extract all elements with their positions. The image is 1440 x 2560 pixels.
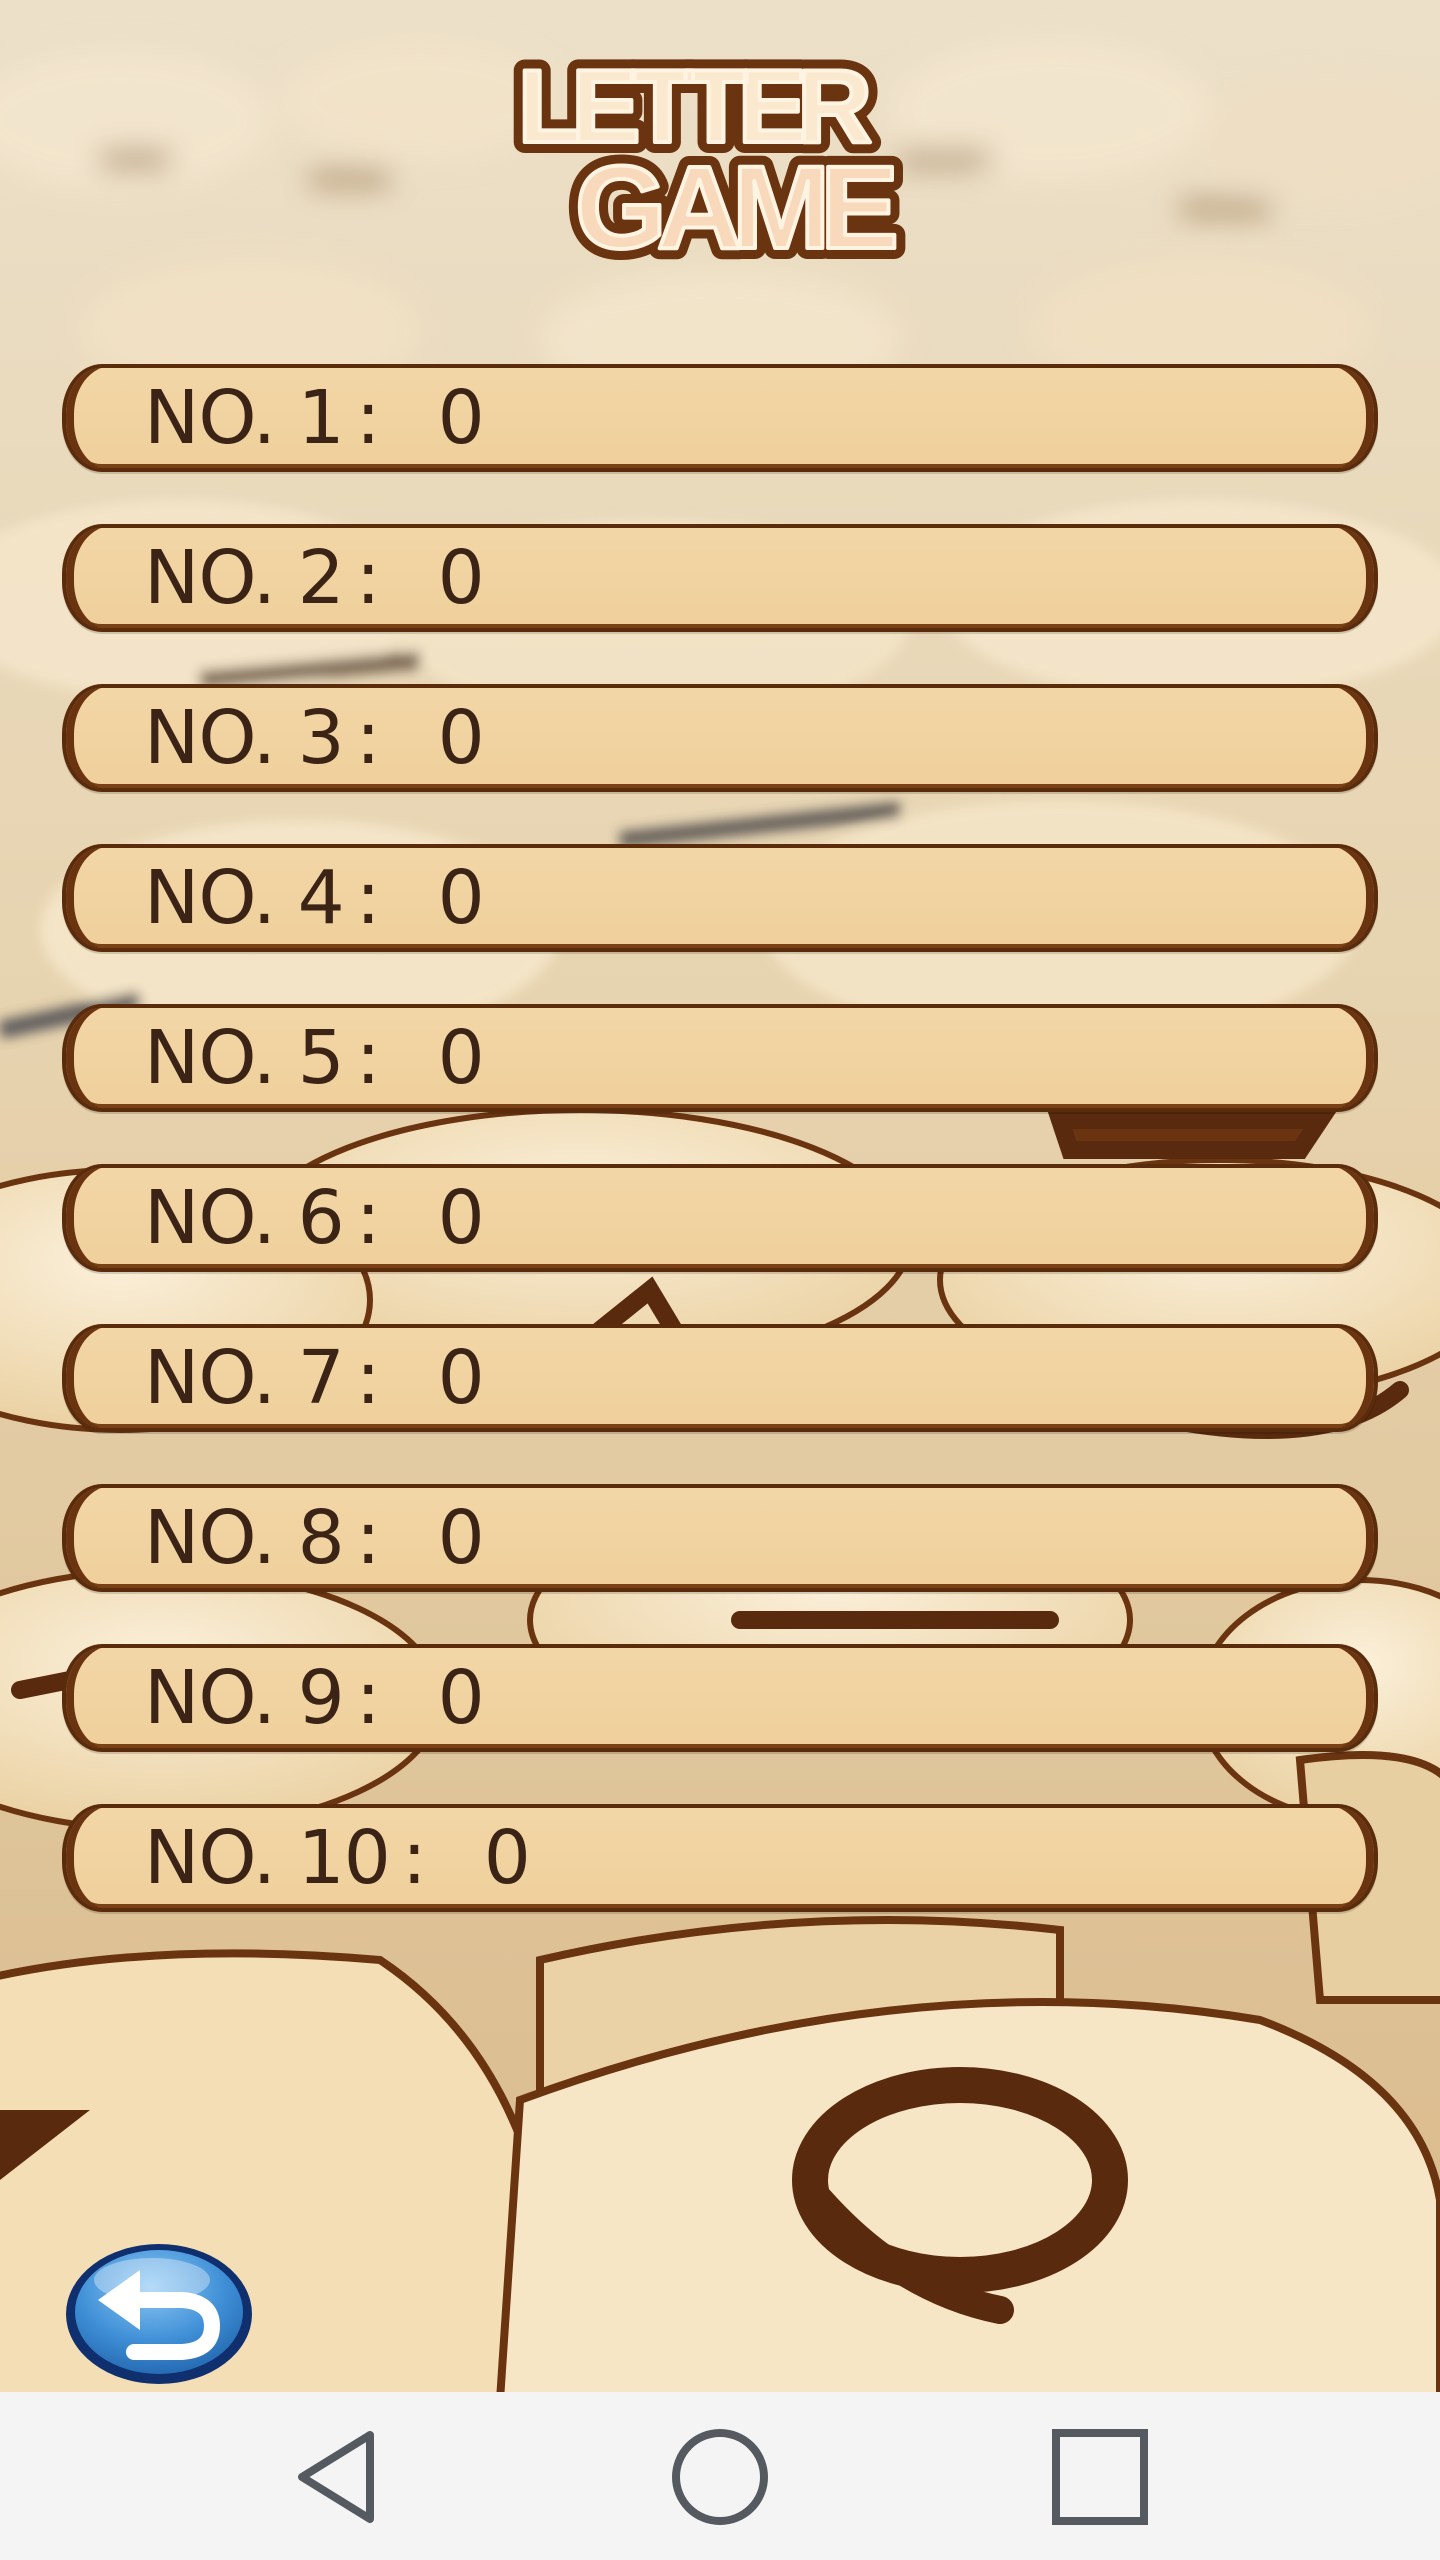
score-row-5: NO. 5:0 xyxy=(62,1004,1378,1112)
score-row-7: NO. 7:0 xyxy=(62,1324,1378,1432)
nav-recents-button[interactable] xyxy=(1035,2412,1165,2542)
nav-home-button[interactable] xyxy=(655,2412,785,2542)
rank-label: NO. 1 xyxy=(144,375,345,461)
rank-label: NO. 3 xyxy=(144,695,345,781)
rank-separator: : xyxy=(355,855,381,941)
score-value: 0 xyxy=(437,1015,485,1101)
rank-separator: : xyxy=(355,1655,381,1741)
rank-label: NO. 6 xyxy=(144,1175,345,1261)
score-value: 0 xyxy=(437,375,485,461)
score-row-1: NO. 1:0 xyxy=(62,364,1378,472)
nav-back-button[interactable] xyxy=(275,2412,405,2542)
score-row-6: NO. 6:0 xyxy=(62,1164,1378,1272)
score-value: 0 xyxy=(437,1335,485,1421)
rank-separator: : xyxy=(355,695,381,781)
rank-label: NO. 8 xyxy=(144,1495,345,1581)
score-row-9: NO. 9:0 xyxy=(62,1644,1378,1752)
rank-separator: : xyxy=(355,375,381,461)
score-value: 0 xyxy=(437,1175,485,1261)
score-value: 0 xyxy=(437,535,485,621)
score-value: 0 xyxy=(437,1655,485,1741)
rank-separator: : xyxy=(355,1175,381,1261)
rank-label: NO. 5 xyxy=(144,1015,345,1101)
rank-separator: : xyxy=(401,1815,427,1901)
rank-separator: : xyxy=(355,535,381,621)
score-row-8: NO. 8:0 xyxy=(62,1484,1378,1592)
system-navigation-bar xyxy=(0,2392,1440,2560)
score-row-10: NO. 10:0 xyxy=(62,1804,1378,1912)
triangle-back-icon xyxy=(298,2431,374,2523)
square-recents-icon xyxy=(1052,2429,1148,2525)
score-row-3: NO. 3:0 xyxy=(62,684,1378,792)
circle-home-icon xyxy=(672,2429,768,2525)
rank-label: NO. 2 xyxy=(144,535,345,621)
rank-separator: : xyxy=(355,1335,381,1421)
rank-separator: : xyxy=(355,1495,381,1581)
svg-text:GAME: GAME xyxy=(575,142,895,274)
score-row-2: NO. 2:0 xyxy=(62,524,1378,632)
score-row-4: NO. 4:0 xyxy=(62,844,1378,952)
back-button[interactable] xyxy=(62,2240,256,2388)
back-arrow-icon xyxy=(66,2244,252,2384)
score-value: 0 xyxy=(437,695,485,781)
rank-label: NO. 4 xyxy=(144,855,345,941)
rank-separator: : xyxy=(355,1015,381,1101)
score-value: 0 xyxy=(483,1815,531,1901)
letter-game-logo: LETTER LETTER GAME GAME xyxy=(507,38,917,280)
rank-label: NO. 7 xyxy=(144,1335,345,1421)
rank-label: NO. 10 xyxy=(144,1815,391,1901)
score-value: 0 xyxy=(437,1495,485,1581)
rank-label: NO. 9 xyxy=(144,1655,345,1741)
score-value: 0 xyxy=(437,855,485,941)
